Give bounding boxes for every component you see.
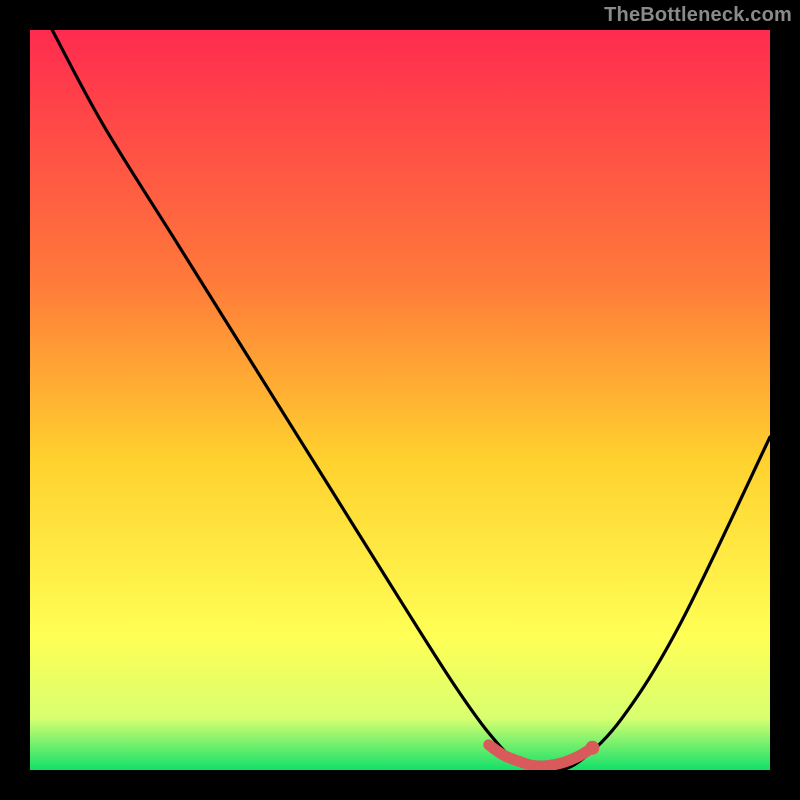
optimal-range-marker bbox=[489, 745, 593, 766]
bottleneck-curve-svg bbox=[30, 30, 770, 770]
optimal-point-dot bbox=[585, 741, 599, 755]
plot-area bbox=[30, 30, 770, 770]
chart-frame: TheBottleneck.com bbox=[0, 0, 800, 800]
bottleneck-curve bbox=[52, 30, 770, 770]
watermark-text: TheBottleneck.com bbox=[604, 4, 792, 27]
